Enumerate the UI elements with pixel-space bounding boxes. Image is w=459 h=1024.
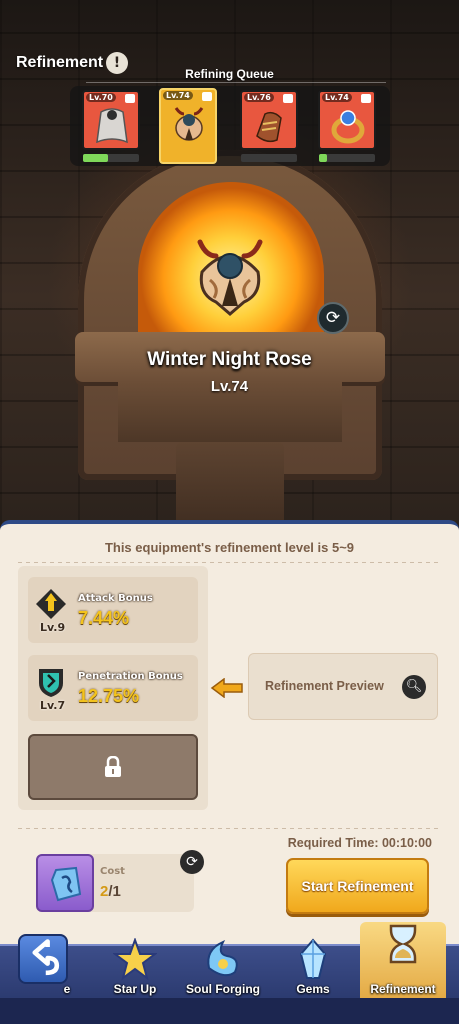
stat-level: Lv.9	[40, 621, 66, 634]
stat-attack-bonus: Lv.9 Attack Bonus 7.44%	[28, 577, 198, 643]
start-refinement-button[interactable]: Start Refinement	[286, 858, 429, 914]
queue-slot-4[interactable]: Lv.74	[318, 90, 376, 150]
progress-fill	[319, 154, 328, 162]
lock-icon	[105, 756, 121, 777]
cost-value: 2/1	[100, 883, 121, 900]
slot-level: Lv.74	[163, 91, 193, 100]
queue-label: Refining Queue	[185, 67, 274, 81]
tab-label: Gems	[296, 982, 330, 996]
refinement-stone-icon	[50, 866, 82, 902]
attack-bonus-icon	[36, 589, 66, 619]
divider	[18, 562, 441, 563]
tab-label: Star Up	[113, 982, 157, 996]
soul-forging-icon	[207, 939, 238, 977]
refinement-stone-slot[interactable]	[36, 854, 94, 912]
refresh-icon[interactable]: ⟳	[180, 850, 204, 874]
queue-divider	[86, 82, 386, 83]
refinement-preview-label: Refinement Preview	[265, 679, 384, 693]
ring-icon	[331, 110, 365, 144]
tab-refinement[interactable]: Refinement	[360, 922, 446, 1000]
nav-bottom-strip	[0, 998, 459, 1024]
gauntlet-icon	[256, 111, 282, 143]
tab-gems[interactable]: Gems	[270, 938, 356, 1000]
stat-name: Penetration Bonus	[78, 671, 183, 682]
equipment-type-icon	[283, 94, 293, 103]
item-name: Winter Night Rose	[147, 349, 312, 370]
slot-level: Lv.70	[86, 93, 116, 102]
tab-star-up[interactable]: Star Up	[92, 938, 178, 1000]
cost-label: Cost	[100, 866, 125, 877]
cloak-icon	[96, 108, 128, 144]
cost-need: /1	[108, 883, 121, 900]
stat-value: 7.44%	[78, 608, 130, 628]
refining-queue: Lv.70 Lv.74 Lv.76 Lv.74	[70, 86, 390, 166]
return-arrow-icon	[32, 939, 60, 976]
locked-stat-slot	[28, 734, 198, 800]
queue-slot-4-progress	[319, 154, 375, 162]
progress-fill	[83, 154, 109, 162]
cost-box: Cost 2/1	[36, 854, 194, 912]
refinement-preview-button[interactable]: Refinement Preview 🔍︎	[248, 653, 438, 720]
queue-slot-3[interactable]: Lv.76	[240, 90, 298, 150]
stat-penetration-bonus: Lv.7 Penetration Bonus 12.75%	[28, 655, 198, 721]
equipment-type-icon	[202, 92, 212, 101]
queue-slot-2[interactable]: Lv.74	[159, 88, 217, 164]
pedestal-base	[176, 442, 284, 532]
arrow-left-icon	[210, 678, 243, 698]
refinement-range-text: This equipment's refinement level is 5~9	[104, 540, 355, 555]
star-icon	[113, 938, 157, 981]
gem-icon	[299, 938, 327, 979]
item-level: Lv.74	[210, 378, 249, 395]
stat-value: 12.75%	[78, 686, 140, 706]
divider	[18, 828, 441, 829]
hourglass-icon	[389, 924, 417, 964]
tab-soul-forging[interactable]: Soul Forging	[180, 939, 266, 1000]
slot-level: Lv.76	[244, 93, 274, 102]
slot-level: Lv.74	[322, 93, 352, 102]
stat-name: Attack Bonus	[78, 593, 153, 604]
swap-icon[interactable]: ⟳	[317, 302, 349, 334]
queue-slot-1[interactable]: Lv.70	[82, 90, 140, 150]
horned-mask-icon	[174, 107, 204, 141]
queue-slot-3-progress	[241, 154, 297, 162]
equipment-type-icon	[361, 94, 371, 103]
magnifier-icon: 🔍︎	[402, 675, 426, 699]
tab-label: Refinement	[370, 982, 436, 996]
back-button[interactable]	[18, 934, 68, 984]
equipment-type-icon	[125, 94, 135, 103]
tab-label: Soul Forging	[186, 982, 260, 996]
queue-slot-1-progress	[83, 154, 139, 162]
winter-night-rose-icon	[197, 239, 263, 316]
required-time: Required Time: 00:10:00	[287, 836, 432, 850]
penetration-bonus-icon	[39, 669, 63, 697]
stat-level: Lv.7	[40, 699, 66, 712]
